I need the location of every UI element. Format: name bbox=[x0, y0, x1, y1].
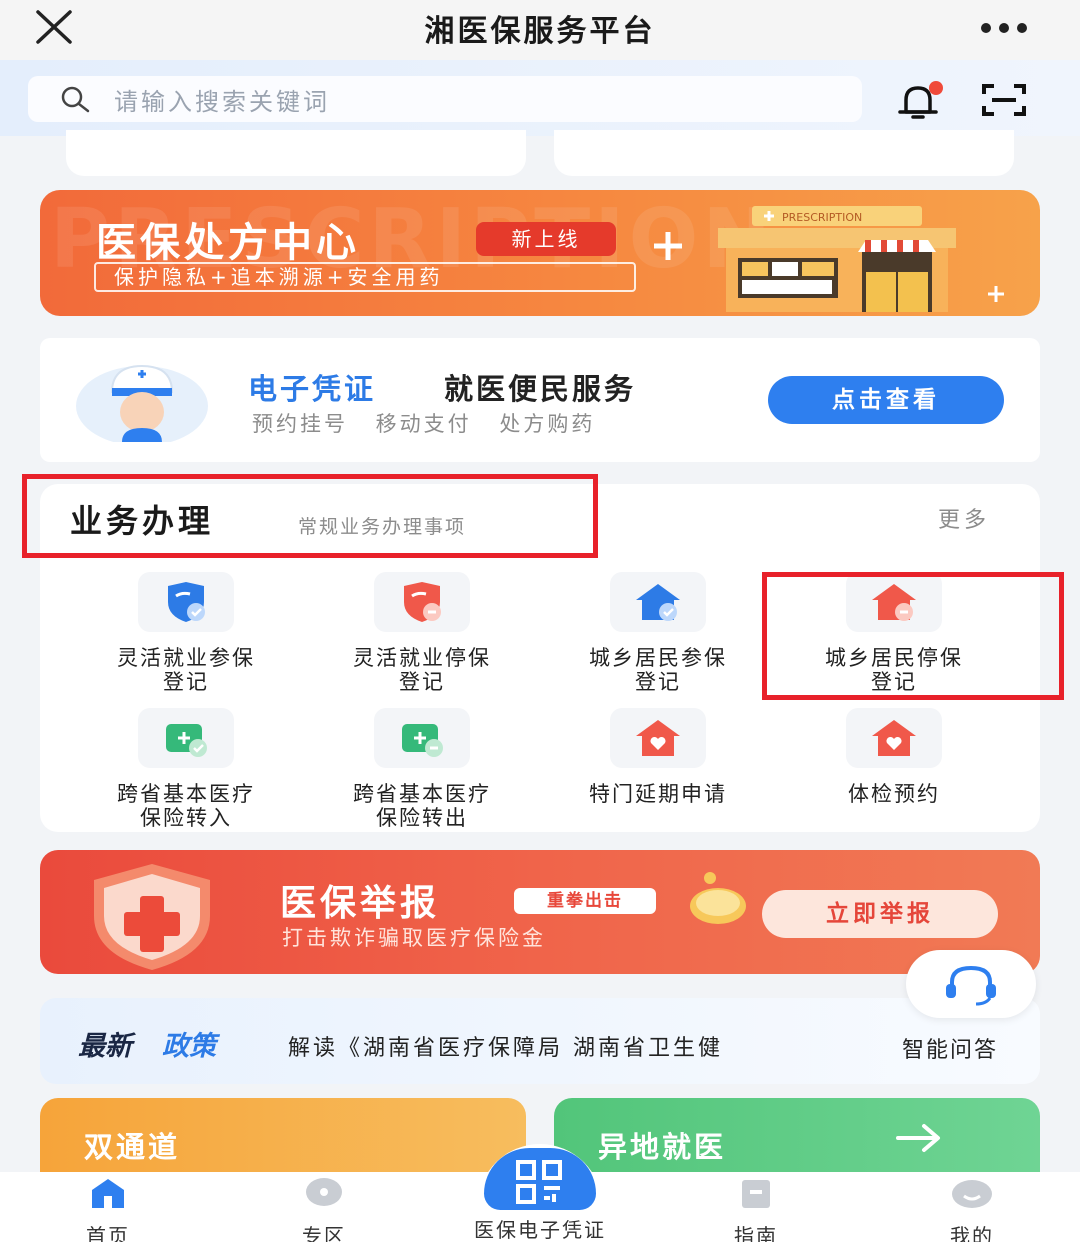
arrow-right-icon bbox=[896, 1124, 940, 1152]
ecert-title: 电子凭证 bbox=[248, 372, 377, 406]
tab-label: 医保电子凭证 bbox=[474, 1218, 606, 1242]
plus-icon bbox=[654, 232, 682, 260]
home-icon bbox=[92, 1179, 124, 1208]
prescription-subtitle: 保护隐私+追本溯源+安全用药 bbox=[94, 262, 636, 292]
service-label: 灵活就业参保 登记 bbox=[117, 646, 255, 694]
doctor-avatar-icon bbox=[76, 364, 208, 442]
tab-label: 首页 bbox=[86, 1224, 130, 1242]
search-placeholder: 请输入搜索关键词 bbox=[114, 88, 330, 116]
tab-label: 我的 bbox=[950, 1224, 994, 1242]
shield-check-icon bbox=[138, 572, 234, 632]
service-item-health-checkup[interactable]: 体检预约 bbox=[776, 708, 1012, 806]
service-item-flexible-employment-enroll[interactable]: 灵活就业参保 登记 bbox=[68, 572, 304, 694]
report-now-button[interactable]: 立即举报 bbox=[762, 890, 998, 938]
house-heart-icon bbox=[846, 708, 942, 768]
plus-icon bbox=[988, 286, 1004, 302]
tab-mine[interactable]: 我的 bbox=[912, 1176, 1032, 1242]
prescription-center-banner[interactable]: PRESCRIPTION 医保处方中心 新上线 保护隐私+追本溯源+安全用药 P… bbox=[40, 190, 1040, 316]
service-label: 体检预约 bbox=[848, 782, 940, 806]
tab-guide[interactable]: 指南 bbox=[696, 1176, 816, 1242]
more-options-icon[interactable] bbox=[972, 8, 1036, 44]
app-title: 湘医保服务平台 bbox=[424, 14, 656, 49]
policy-label-latest: 最新 bbox=[78, 1031, 132, 1062]
headset-icon bbox=[946, 965, 996, 1006]
partial-card-right bbox=[554, 130, 1014, 176]
service-item-flexible-employment-stop[interactable]: 灵活就业停保 登记 bbox=[304, 572, 540, 694]
remote-medical-title: 异地就医 bbox=[598, 1130, 727, 1164]
medical-card-out-icon bbox=[374, 708, 470, 768]
guide-book-icon bbox=[742, 1180, 770, 1208]
policy-label-policy: 政策 bbox=[162, 1031, 216, 1062]
service-item-cross-province-transfer-out[interactable]: 跨省基本医疗 保险转出 bbox=[304, 708, 540, 830]
medical-card-in-icon bbox=[138, 708, 234, 768]
dual-channel-title: 双通道 bbox=[84, 1130, 181, 1164]
more-link[interactable]: 更多 bbox=[938, 502, 990, 534]
qr-code-icon bbox=[516, 1160, 562, 1204]
tab-ecert-qr-button[interactable] bbox=[484, 1148, 596, 1210]
house-heart-icon bbox=[610, 708, 706, 768]
service-item-special-outpatient-extension[interactable]: 特门延期申请 bbox=[540, 708, 776, 806]
coin-icon bbox=[690, 872, 746, 924]
service-item-resident-enroll[interactable]: 城乡居民参保 登记 bbox=[540, 572, 776, 694]
policy-headline[interactable]: 解读《湖南省医疗保障局 湖南省卫生健 bbox=[288, 1030, 892, 1062]
new-badge: 新上线 bbox=[476, 222, 616, 256]
profile-icon bbox=[952, 1180, 992, 1208]
search-icon bbox=[60, 85, 92, 113]
highlight-box-resident-stop bbox=[762, 572, 1064, 700]
scan-icon[interactable] bbox=[978, 80, 1030, 120]
tab-home[interactable]: 首页 bbox=[48, 1176, 168, 1242]
search-input[interactable]: 请输入搜索关键词 bbox=[28, 76, 862, 122]
prescription-title: 医保处方中心 bbox=[96, 220, 360, 266]
location-pin-icon bbox=[306, 1178, 342, 1206]
pharmacy-shop-icon: PRESCRIPTION bbox=[718, 206, 956, 312]
service-item-cross-province-transfer-in[interactable]: 跨省基本医疗 保险转入 bbox=[68, 708, 304, 830]
house-check-icon bbox=[610, 572, 706, 632]
tab-label: 指南 bbox=[734, 1224, 778, 1242]
shop-sign-text: PRESCRIPTION bbox=[782, 211, 862, 224]
service-label: 城乡居民参保 登记 bbox=[589, 646, 727, 694]
crackdown-badge: 重拳出击 bbox=[514, 888, 656, 914]
shield-minus-icon bbox=[374, 572, 470, 632]
fraud-report-banner[interactable]: 医保举报 重拳出击 打击欺诈骗取医疗保险金 立即举报 bbox=[40, 850, 1040, 974]
service-label: 灵活就业停保 登记 bbox=[353, 646, 491, 694]
view-ecert-button[interactable]: 点击查看 bbox=[768, 376, 1004, 424]
report-subtitle: 打击欺诈骗取医疗保险金 bbox=[282, 926, 546, 950]
service-label: 跨省基本医疗 保险转出 bbox=[353, 782, 491, 830]
tab-label: 专区 bbox=[302, 1224, 346, 1242]
ecert-service-card[interactable]: 电子凭证 就医便民服务 预约挂号 移动支付 处方购药 点击查看 bbox=[40, 338, 1040, 462]
service-label: 特门延期申请 bbox=[589, 782, 727, 806]
ai-assistant-label[interactable]: 智能问答 bbox=[902, 1032, 998, 1064]
report-title: 医保举报 bbox=[280, 883, 441, 924]
convenience-service-title: 就医便民服务 bbox=[444, 372, 637, 406]
shield-cross-icon bbox=[94, 864, 210, 970]
tab-ecert[interactable]: 医保电子凭证 bbox=[440, 1208, 640, 1242]
partial-card-left bbox=[66, 130, 526, 176]
notification-bell-icon[interactable] bbox=[896, 80, 946, 122]
highlight-box-section-title bbox=[22, 474, 598, 558]
ecert-subtitle: 预约挂号 移动支付 处方购药 bbox=[252, 412, 596, 436]
service-label: 跨省基本医疗 保险转入 bbox=[117, 782, 255, 830]
tab-zone[interactable]: 专区 bbox=[264, 1176, 384, 1242]
ai-assistant-button[interactable] bbox=[906, 950, 1036, 1018]
